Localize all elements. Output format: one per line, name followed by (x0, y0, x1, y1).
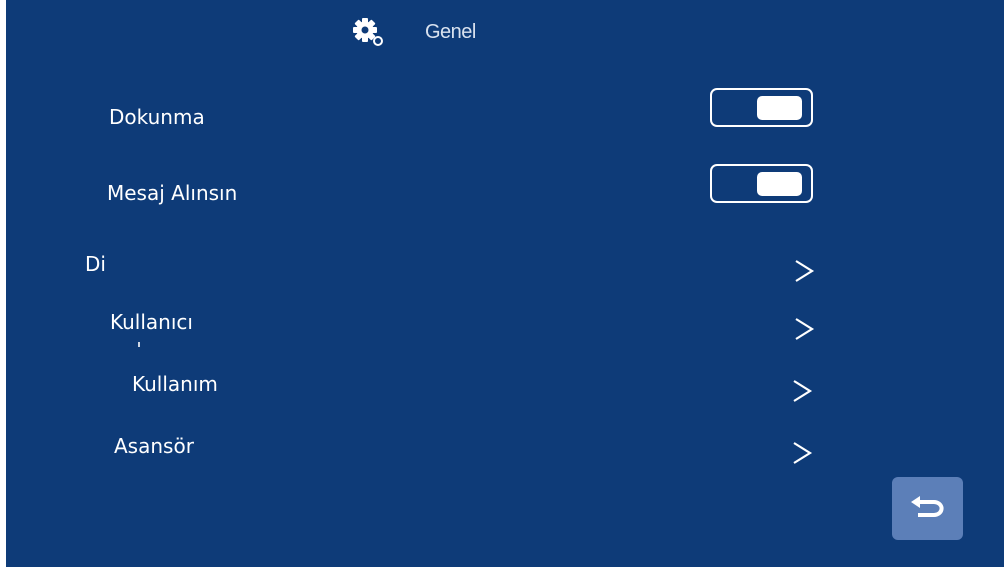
user-label: Kullanıcı (110, 310, 193, 334)
divider-dot (138, 342, 140, 347)
message-label: Mesaj Alınsın (107, 181, 238, 205)
user-chevron-right-icon[interactable] (793, 316, 815, 342)
toggle-knob (757, 172, 802, 196)
toggle-knob (757, 96, 802, 120)
back-arrow-icon (911, 496, 944, 517)
touch-label: Dokunma (109, 105, 205, 129)
settings-screen: Genel Dokunma Mesaj Alınsın Di Kullanıcı… (6, 0, 1004, 567)
usage-label: Kullanım (132, 372, 218, 396)
elevator-chevron-right-icon[interactable] (791, 440, 813, 466)
message-toggle[interactable] (710, 164, 813, 203)
page-title: Genel (425, 20, 476, 43)
language-label: Di (85, 252, 106, 276)
language-chevron-right-icon[interactable] (793, 258, 815, 284)
gear-icon (351, 14, 399, 50)
back-button[interactable] (892, 477, 963, 540)
header: Genel (351, 14, 476, 50)
touch-toggle[interactable] (710, 88, 813, 127)
usage-chevron-right-icon[interactable] (791, 378, 813, 404)
elevator-label: Asansör (114, 434, 194, 458)
